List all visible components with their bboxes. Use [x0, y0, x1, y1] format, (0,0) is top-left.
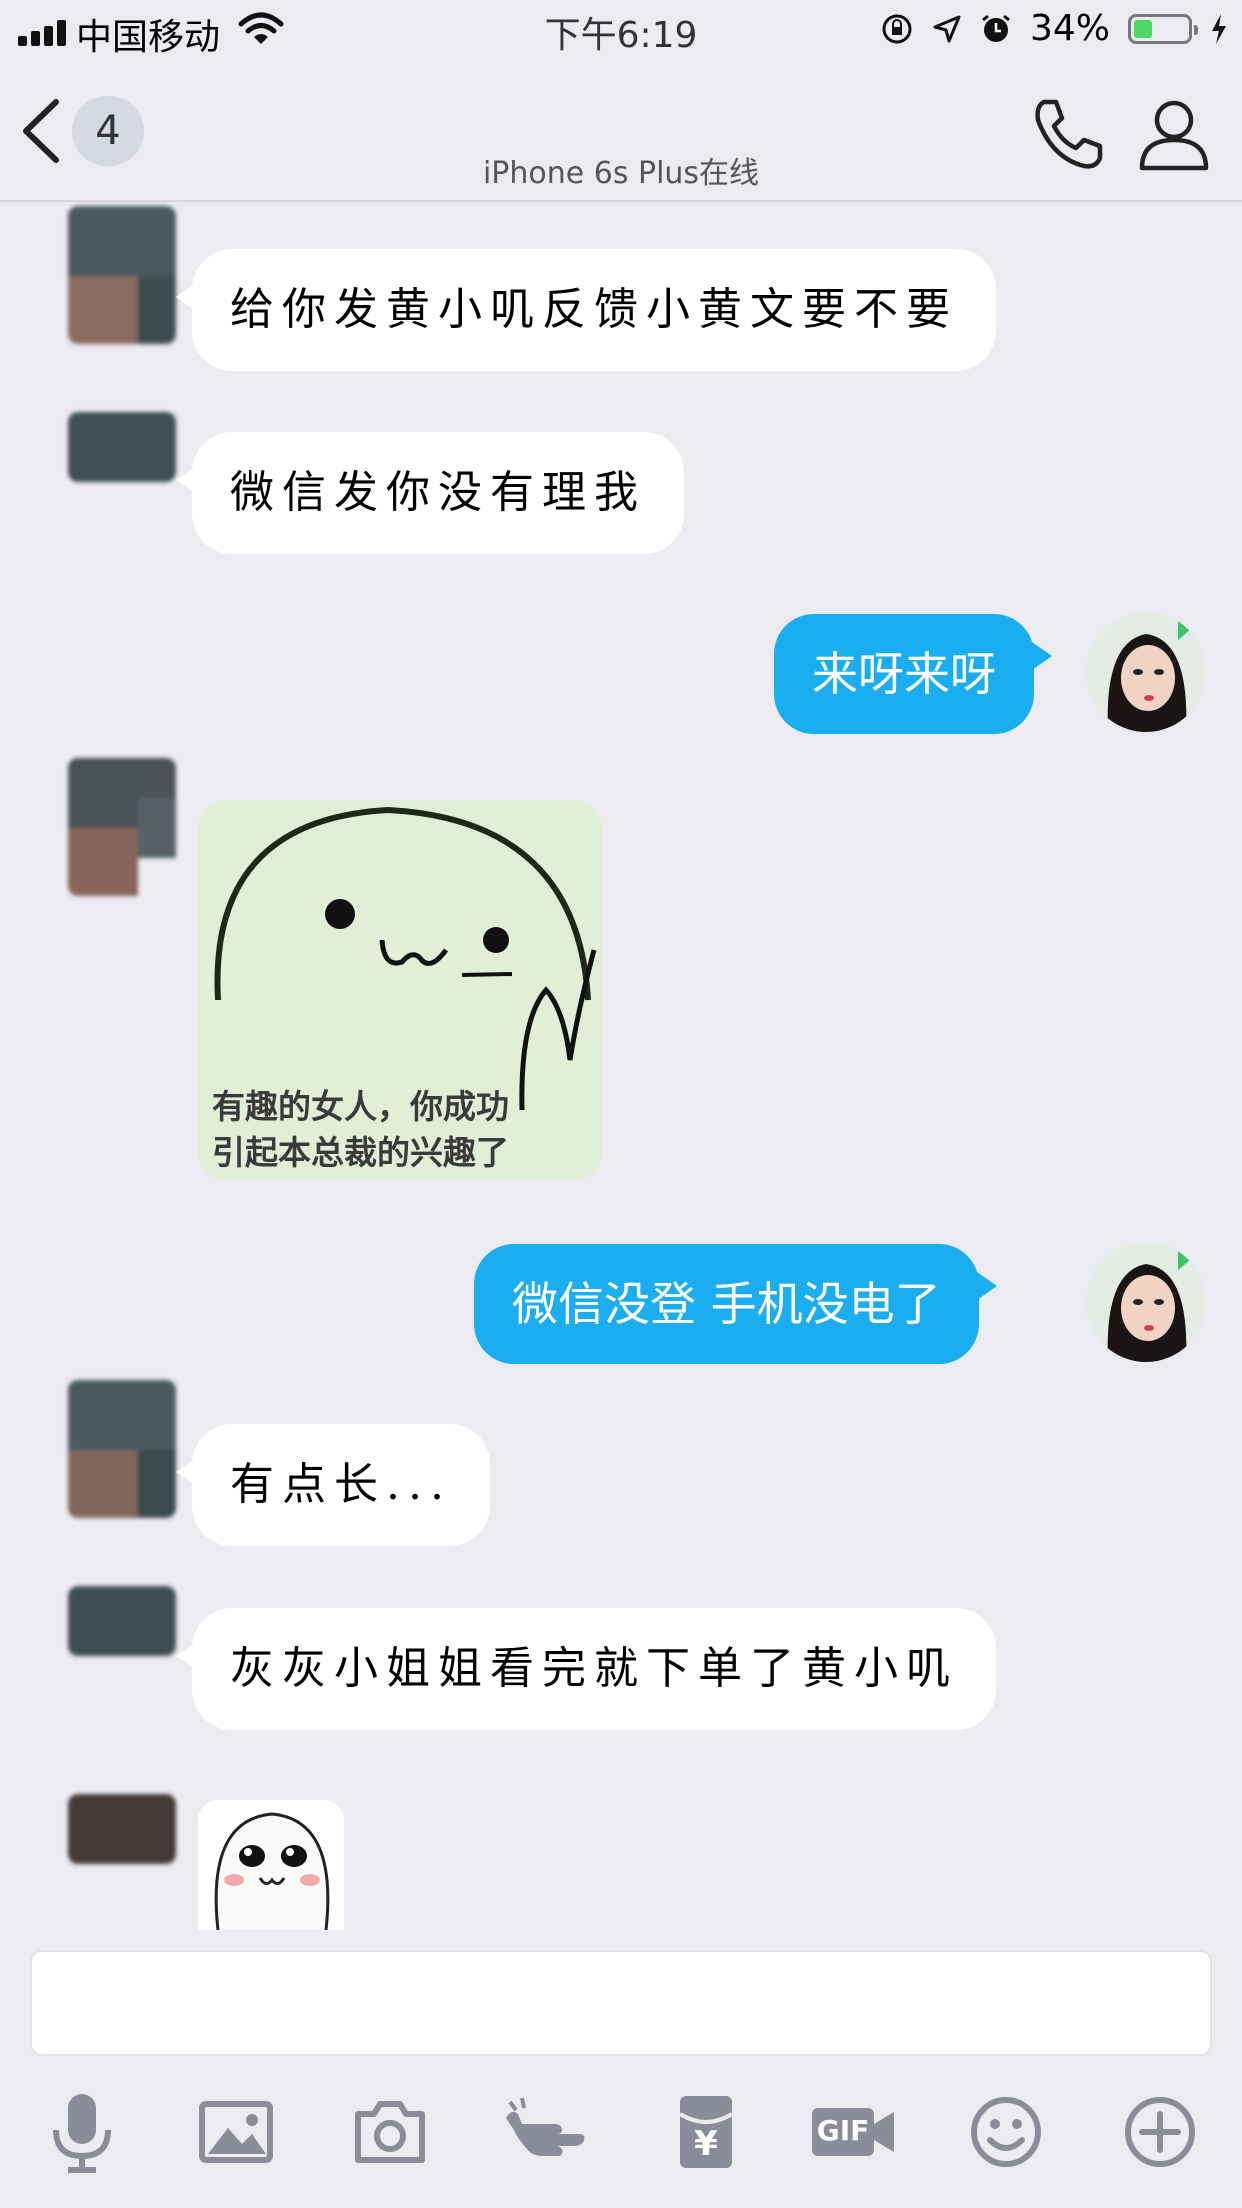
alarm-icon — [982, 14, 1010, 42]
contact-avatar[interactable] — [68, 206, 176, 344]
camera-icon[interactable] — [350, 2090, 430, 2174]
microphone-icon[interactable] — [42, 2090, 122, 2174]
orientation-lock-icon — [882, 14, 912, 43]
avatar-portrait — [1086, 612, 1206, 732]
status-indicators: 34% — [880, 8, 1228, 49]
smiling-face-sticker — [214, 1812, 330, 1930]
contact-avatar[interactable] — [68, 758, 176, 896]
phone-icon[interactable] — [1030, 96, 1106, 172]
location-arrow-icon — [933, 15, 961, 42]
red-packet-symbol: ¥ — [694, 2124, 718, 2164]
incoming-message[interactable]: 给你发黄小叽反馈小黄文要不要 — [176, 249, 996, 371]
outgoing-message[interactable]: 微信没登 手机没电了 — [474, 1244, 997, 1364]
emoji-icon[interactable] — [966, 2090, 1046, 2174]
message-text: 给你发黄小叽反馈小黄文要不要 — [230, 284, 958, 335]
chat-header: 4 iPhone 6s Plus在线 — [0, 60, 1242, 202]
poke-hand-icon[interactable] — [502, 2090, 588, 2174]
contact-avatar[interactable] — [68, 412, 176, 482]
contact-avatar[interactable] — [68, 1794, 176, 1864]
plus-icon[interactable] — [1120, 2090, 1200, 2174]
sticker-message[interactable]: 有趣的女人，你成功 引起本总裁的兴趣了 — [198, 800, 602, 1180]
message-text: 灰灰小姐姐看完就下单了黄小叽 — [230, 1643, 958, 1694]
message-text: 有点长... — [230, 1459, 452, 1510]
status-bar: 中国移动 下午6:19 34% — [0, 0, 1242, 60]
gif-label: GIF — [816, 2114, 870, 2147]
my-avatar[interactable] — [1086, 1242, 1206, 1362]
my-avatar[interactable] — [1086, 612, 1206, 732]
contact-avatar[interactable] — [68, 1380, 176, 1518]
incoming-message[interactable]: 灰灰小姐姐看完就下单了黄小叽 — [176, 1608, 996, 1730]
sticker-caption-line1: 有趣的女人，你成功 — [212, 1087, 509, 1126]
incoming-message[interactable]: 微信发你没有理我 — [176, 432, 684, 554]
message-input[interactable] — [30, 1950, 1212, 2056]
message-text: 来呀来呀 — [812, 647, 996, 701]
input-toolbar: ¥ GIF — [0, 2090, 1242, 2180]
sticker-caption-line2: 引起本总裁的兴趣了 — [212, 1133, 509, 1172]
avatar-portrait — [1086, 1242, 1206, 1362]
message-text: 微信发你没有理我 — [230, 467, 646, 518]
charging-bolt-icon — [1212, 13, 1226, 44]
image-icon[interactable] — [196, 2090, 276, 2174]
contact-avatar[interactable] — [68, 1586, 176, 1656]
red-packet-icon[interactable]: ¥ — [666, 2090, 746, 2174]
person-icon[interactable] — [1138, 96, 1210, 172]
gif-icon[interactable]: GIF — [810, 2090, 896, 2174]
battery-percent: 34% — [1029, 8, 1110, 49]
message-text: 微信没登 手机没电了 — [512, 1277, 941, 1331]
sticker-message[interactable] — [198, 1800, 344, 1930]
battery-fill — [1134, 19, 1152, 38]
outgoing-message[interactable]: 来呀来呀 — [774, 614, 1052, 734]
incoming-message[interactable]: 有点长... — [176, 1424, 490, 1546]
battery-icon — [1128, 13, 1198, 44]
